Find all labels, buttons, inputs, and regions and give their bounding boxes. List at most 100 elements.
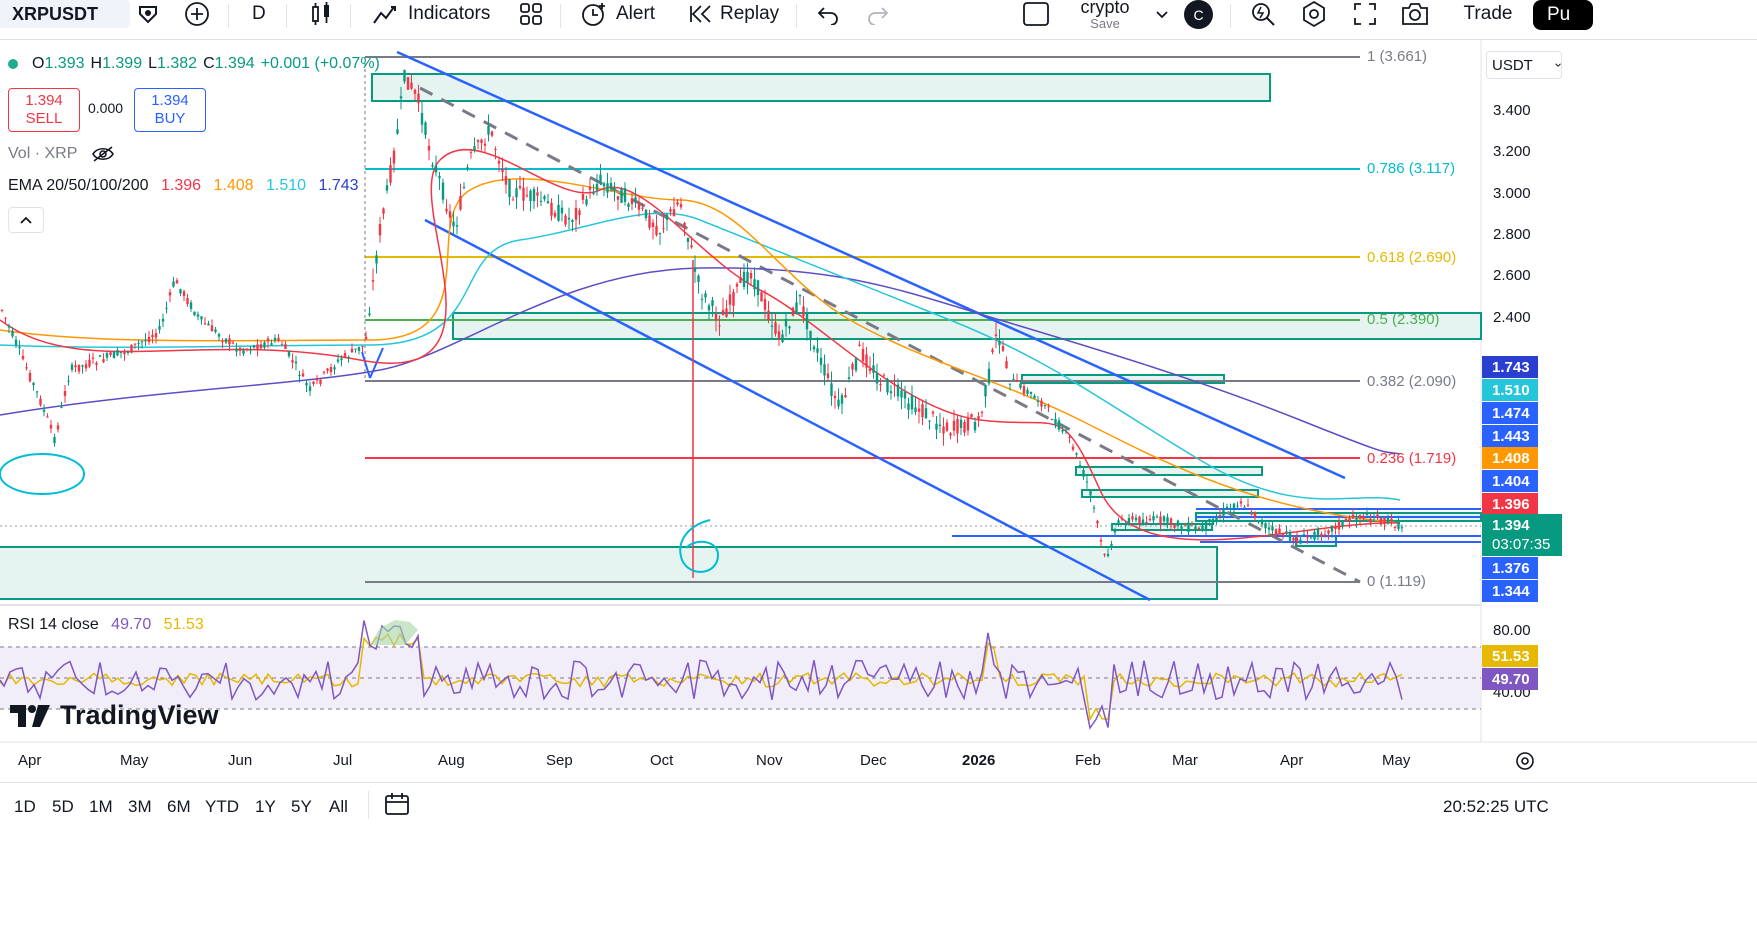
candle-body xyxy=(1131,516,1134,520)
channel-upper[interactable] xyxy=(396,50,1346,480)
range-button[interactable]: YTD xyxy=(205,797,239,817)
replay-button[interactable]: Replay xyxy=(688,0,779,28)
interval-button[interactable]: D xyxy=(252,0,266,28)
volume-legend[interactable]: Vol · XRP xyxy=(8,145,115,163)
candle-body xyxy=(1001,346,1005,351)
candle-body xyxy=(1019,383,1022,388)
range-button[interactable]: 5Y xyxy=(291,797,312,817)
zone-1.44[interactable] xyxy=(1081,489,1259,498)
rsi-legend[interactable]: RSI 14 close 49.70 51.53 xyxy=(8,616,204,634)
candle-body xyxy=(1278,528,1281,534)
candle-body xyxy=(872,365,875,373)
symbol-compare-icon[interactable] xyxy=(136,0,162,28)
fib-label: 0.236 (1.719) xyxy=(1367,450,1457,467)
symbol-search[interactable]: XRPUSDT xyxy=(0,0,130,28)
candle-body xyxy=(1246,504,1250,506)
candle-body xyxy=(504,176,508,185)
candle-body xyxy=(112,351,116,359)
alert-button[interactable]: Alert xyxy=(580,0,655,28)
time-axis-label: 2026 xyxy=(962,752,996,769)
candle-body xyxy=(543,196,546,200)
candle-body xyxy=(172,281,175,287)
candle-body xyxy=(385,185,389,191)
publish-button[interactable]: Pu xyxy=(1533,0,1593,30)
quick-search-icon[interactable] xyxy=(1250,0,1276,28)
candle-body xyxy=(413,89,417,94)
fullscreen-icon[interactable] xyxy=(1352,0,1378,28)
candle-body xyxy=(616,196,620,200)
supply-zone-top[interactable] xyxy=(371,73,1271,102)
fib-label: 0.382 (2.090) xyxy=(1367,373,1457,390)
candle-body xyxy=(1334,525,1337,530)
candle-body xyxy=(151,334,154,338)
candle-body xyxy=(228,338,231,345)
candle-body xyxy=(634,197,637,202)
collapse-legend-button[interactable] xyxy=(8,207,44,233)
avatar[interactable]: C xyxy=(1184,0,1213,29)
add-symbol-icon[interactable] xyxy=(184,0,210,28)
candle-body xyxy=(39,398,42,406)
toolbar-divider xyxy=(796,4,797,28)
candle-body xyxy=(494,148,497,150)
demand-zone-bottom[interactable] xyxy=(0,546,1218,600)
range-button[interactable]: All xyxy=(329,797,348,817)
rsi-overbought-fill xyxy=(370,620,418,645)
candle-body xyxy=(319,379,322,384)
range-button[interactable]: 1Y xyxy=(255,797,276,817)
candle-body xyxy=(763,299,767,310)
layout-name: crypto xyxy=(1080,0,1130,17)
redo-icon[interactable] xyxy=(866,0,890,28)
zone-1.47[interactable] xyxy=(1075,466,1263,476)
range-button[interactable]: 1M xyxy=(89,797,113,817)
ema-legend[interactable]: EMA 20/50/100/200 1.396 1.408 1.510 1.74… xyxy=(8,177,359,195)
undo-icon[interactable] xyxy=(816,0,840,28)
candle-body xyxy=(1236,505,1239,507)
clock[interactable]: 20:52:25 UTC xyxy=(1443,797,1549,817)
camera-icon[interactable] xyxy=(1400,0,1430,28)
candle-body xyxy=(1379,517,1383,525)
candle-body xyxy=(511,199,515,201)
candle-body xyxy=(844,395,847,398)
settings-gear-icon[interactable] xyxy=(1300,0,1328,28)
candle-body xyxy=(326,368,329,371)
candle-body xyxy=(756,280,760,295)
trade-button[interactable]: Trade xyxy=(1460,0,1516,28)
candle-body xyxy=(532,189,536,202)
currency-select[interactable]: USDT xyxy=(1486,51,1562,79)
buy-button[interactable]: 1.394 BUY xyxy=(134,88,206,132)
range-button[interactable]: 6M xyxy=(167,797,191,817)
circle-annotation-left[interactable] xyxy=(0,453,85,495)
candle-body xyxy=(525,195,529,197)
candle-body xyxy=(238,347,242,351)
templates-icon[interactable] xyxy=(518,0,544,28)
range-button[interactable]: 1D xyxy=(14,797,36,817)
ema200-line xyxy=(0,267,1401,455)
candle-body xyxy=(1096,520,1099,524)
candle-body xyxy=(641,207,644,209)
zone-1.39[interactable] xyxy=(1111,523,1213,531)
candle-body xyxy=(809,330,812,341)
indicators-button[interactable]: Indicators xyxy=(372,0,490,28)
candle-body xyxy=(1267,527,1271,530)
chart-settings-icon[interactable] xyxy=(1516,752,1534,770)
time-axis-label: Oct xyxy=(650,752,674,769)
range-button[interactable]: 5D xyxy=(52,797,74,817)
candle-body xyxy=(749,272,753,279)
candle-body xyxy=(259,344,263,349)
candle-body xyxy=(196,314,200,317)
candle-body xyxy=(739,277,742,283)
candle-body xyxy=(1194,526,1197,531)
eye-hidden-icon[interactable] xyxy=(91,145,115,163)
layout-name-button[interactable]: crypto Save xyxy=(1074,0,1136,31)
sell-button[interactable]: 1.394 SELL xyxy=(8,88,80,132)
calendar-icon[interactable] xyxy=(384,791,410,822)
range-button[interactable]: 3M xyxy=(128,797,152,817)
candle-body xyxy=(1330,525,1334,532)
candle-body xyxy=(1033,395,1036,399)
layout-save-label: Save xyxy=(1090,16,1120,31)
candle-body xyxy=(868,368,872,371)
candles-icon[interactable] xyxy=(310,0,332,28)
layout-square-icon[interactable] xyxy=(1022,0,1050,28)
candle-body xyxy=(679,204,683,208)
chevron-down-icon[interactable] xyxy=(1154,0,1170,28)
